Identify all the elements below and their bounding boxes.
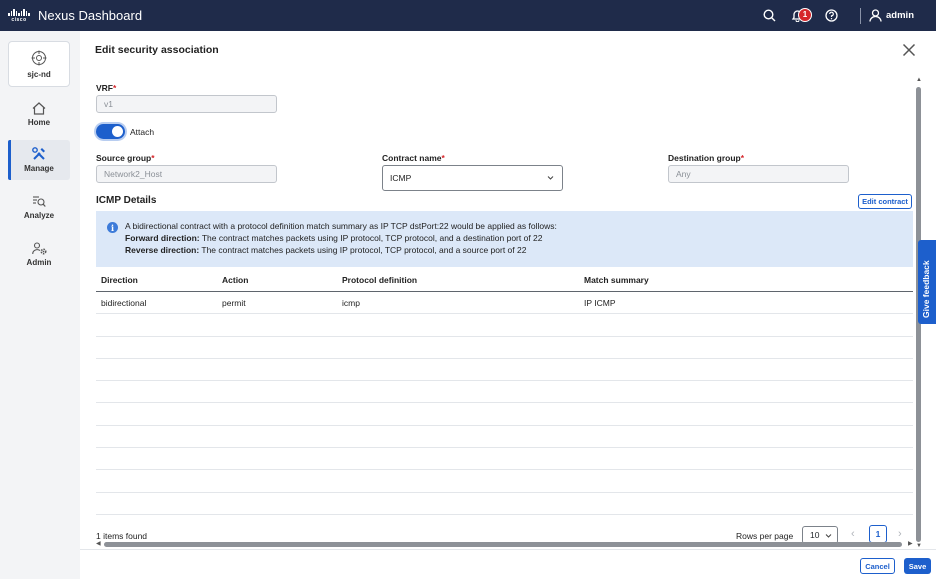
table-row[interactable]: bidirectional permit icmp IP ICMP (96, 292, 913, 315)
nav-item-label: Analyze (23, 210, 55, 220)
close-button[interactable] (902, 43, 916, 57)
nav-item-label: Home (27, 117, 51, 127)
column-header-match-summary[interactable]: Match summary (584, 275, 649, 285)
app-title: Nexus Dashboard (38, 8, 143, 23)
nav-item-analyze[interactable]: Analyze (8, 187, 70, 227)
nav-item-home[interactable]: Home (8, 94, 70, 134)
scroll-right-arrow[interactable]: ▶ (908, 540, 913, 547)
notification-badge: 1 (798, 7, 813, 22)
chevron-down-icon (825, 534, 832, 538)
toggle-knob (112, 126, 123, 137)
contract-name-select[interactable]: ICMP (382, 165, 563, 191)
cell-action: permit (222, 297, 246, 308)
info-forward: Forward direction: The contract matches … (125, 233, 543, 243)
destination-group-label: Destination group* (668, 153, 745, 163)
vrf-field: v1 (96, 95, 277, 113)
give-feedback-label: Give feedback (921, 260, 931, 318)
contract-name-label: Contract name* (382, 153, 445, 163)
empty-row (96, 426, 913, 449)
top-bar: cisco Nexus Dashboard 1 admin (0, 0, 936, 31)
action-bar: Cancel Save (80, 549, 936, 579)
empty-row (96, 448, 913, 471)
user-icon (869, 9, 882, 22)
nav-item-label: Manage (24, 164, 54, 173)
items-found: 1 items found (96, 531, 148, 541)
previous-page-button[interactable]: ‹ (851, 528, 855, 540)
admin-gear-icon (31, 241, 47, 255)
column-header-action[interactable]: Action (222, 275, 248, 285)
close-icon (902, 43, 916, 57)
cell-direction: bidirectional (101, 297, 147, 308)
home-icon (32, 101, 46, 115)
info-reverse: Reverse direction: The contract matches … (125, 245, 527, 255)
source-group-field: Network2_Host (96, 165, 277, 183)
site-label: sjc-nd (27, 69, 51, 79)
help-icon[interactable] (822, 7, 840, 25)
source-group-label: Source group* (96, 153, 155, 163)
section-title: ICMP Details (96, 195, 157, 206)
nav-item-admin[interactable]: Admin (8, 234, 70, 274)
destination-group-input[interactable]: Any (668, 165, 849, 183)
contract-rules-table: Direction Action Protocol definition Mat… (96, 269, 913, 515)
info-banner: i A bidirectional contract with a protoc… (96, 211, 913, 267)
edit-contract-button[interactable]: Edit contract (858, 194, 912, 209)
empty-row (96, 381, 913, 404)
rows-per-page-value: 10 (810, 530, 820, 540)
divider (860, 7, 862, 24)
info-icon: i (107, 222, 118, 233)
user-menu[interactable]: admin (869, 9, 914, 22)
attach-toggle[interactable] (96, 124, 125, 139)
empty-row (96, 359, 913, 382)
cell-match-summary: IP ICMP (584, 297, 616, 308)
next-page-button[interactable]: › (898, 528, 902, 540)
column-header-protocol[interactable]: Protocol definition (342, 275, 417, 285)
tools-icon (32, 147, 45, 160)
empty-row (96, 493, 913, 515)
contract-name-value: ICMP (390, 173, 412, 183)
user-name: admin (886, 10, 914, 21)
site-icon (31, 50, 47, 65)
left-nav: sjc-nd Home Manage Analyze Admin (0, 31, 80, 579)
empty-row (96, 337, 913, 359)
empty-row (96, 470, 913, 493)
cell-protocol: icmp (342, 297, 360, 308)
search-icon[interactable] (760, 7, 778, 25)
empty-row (96, 403, 913, 426)
column-header-direction[interactable]: Direction (101, 275, 138, 285)
cancel-button[interactable]: Cancel (860, 558, 895, 574)
logo-text: cisco (11, 16, 27, 23)
cisco-logo: cisco (8, 8, 30, 23)
brand[interactable]: cisco Nexus Dashboard (0, 8, 142, 23)
panel-title: Edit security association (95, 44, 219, 56)
info-line: A bidirectional contract with a protocol… (125, 221, 557, 231)
empty-row (96, 314, 913, 337)
analyze-icon (33, 195, 46, 207)
scroll-up-arrow[interactable]: ▲ (916, 77, 922, 83)
edit-security-association-panel: Edit security association VRF* v1 Attach… (80, 31, 936, 579)
nav-item-label: Admin (26, 257, 52, 267)
horizontal-scroll-thumb[interactable] (104, 542, 902, 547)
rows-per-page-label: Rows per page (736, 531, 794, 541)
horizontal-scrollbar[interactable]: ◀ ▶ (96, 541, 914, 547)
save-button[interactable]: Save (904, 558, 931, 574)
give-feedback-tab[interactable]: Give feedback (918, 240, 936, 324)
chevron-down-icon (547, 176, 554, 180)
attach-label: Attach (130, 127, 155, 137)
table-header: Direction Action Protocol definition Mat… (96, 269, 913, 292)
vrf-label: VRF* (96, 83, 117, 93)
scroll-left-arrow[interactable]: ◀ (96, 540, 101, 547)
notifications-button[interactable]: 1 (788, 7, 813, 25)
site-selector[interactable]: sjc-nd (8, 41, 70, 87)
nav-item-manage[interactable]: Manage (8, 140, 70, 180)
